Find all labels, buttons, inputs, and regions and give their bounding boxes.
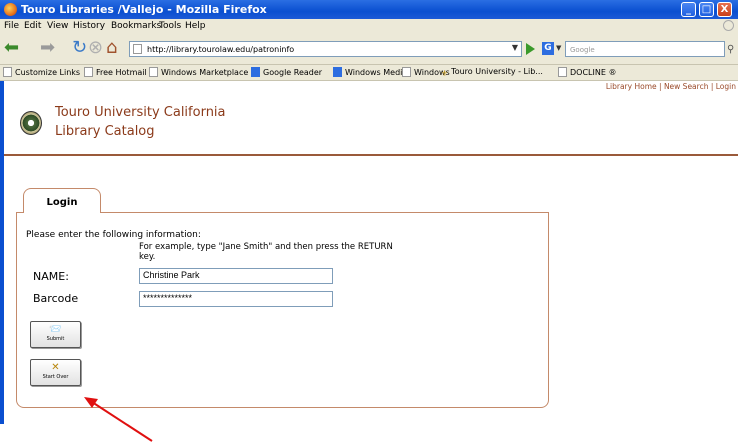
- annotation-arrow: [84, 397, 153, 442]
- annotation-arrow-line: [91, 401, 153, 442]
- tab-login[interactable]: Login: [23, 188, 101, 213]
- annotation-arrow-head: [84, 397, 98, 408]
